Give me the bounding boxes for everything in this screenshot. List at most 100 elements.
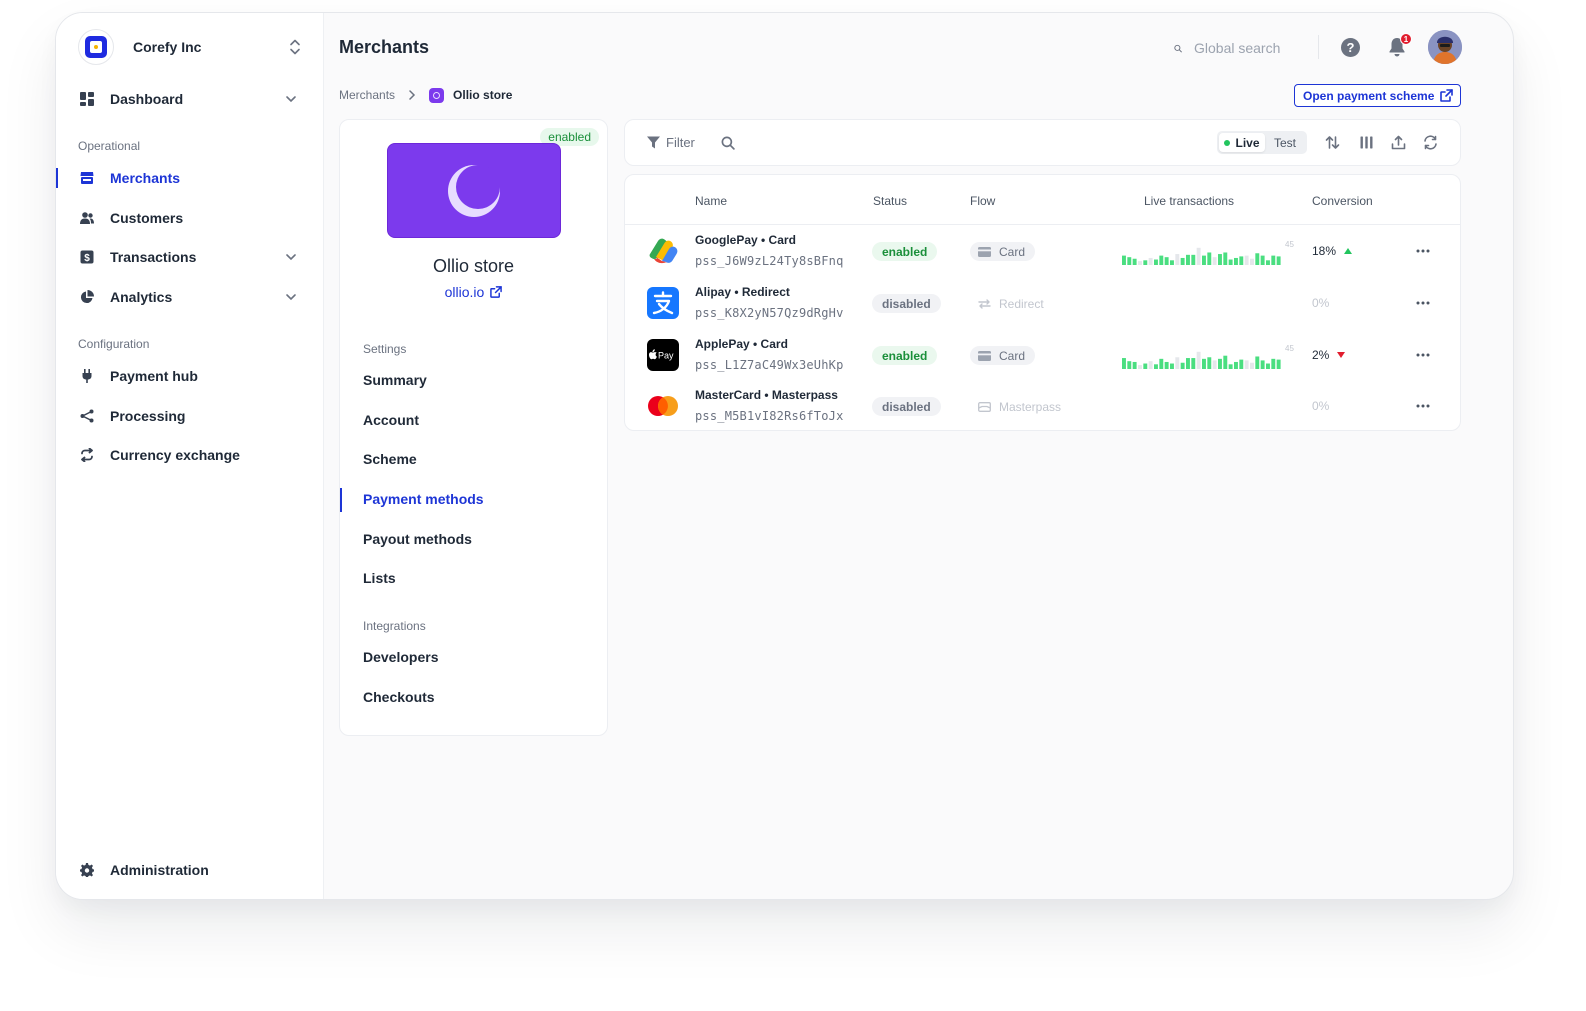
- flow-badge: Card: [970, 242, 1036, 261]
- integrations-item-developers[interactable]: Developers: [340, 646, 607, 670]
- filter-label: Filter: [666, 135, 695, 150]
- settings-item-payment-methods[interactable]: Payment methods: [340, 488, 607, 512]
- settings-item-lists[interactable]: Lists: [340, 567, 607, 591]
- search-input[interactable]: [1194, 40, 1304, 56]
- avatar[interactable]: [1428, 30, 1462, 64]
- search-icon[interactable]: [721, 136, 735, 150]
- mastercard-logo-icon: [647, 390, 679, 422]
- integrations-item-label: Checkouts: [363, 689, 435, 705]
- settings-item-label: Payment methods: [363, 491, 484, 507]
- sidebar-item-customers[interactable]: Customers: [56, 198, 324, 238]
- chevron-up-down-icon: [290, 39, 300, 55]
- spark-bar: [1154, 259, 1158, 265]
- help-icon[interactable]: ?: [1341, 38, 1360, 57]
- sidebar-item-label: Currency exchange: [110, 447, 240, 463]
- integrations-item-checkouts[interactable]: Checkouts: [340, 686, 607, 710]
- column-header-live-transactions[interactable]: Live transactions: [1144, 194, 1234, 208]
- flow-label: Card: [999, 244, 1026, 259]
- spark-bar: [1170, 260, 1174, 265]
- svg-text:Pay: Pay: [658, 351, 674, 361]
- payment-method-name: GooglePay • Card: [695, 233, 796, 247]
- settings-item-label: Payout methods: [363, 531, 472, 547]
- spark-bar: [1239, 359, 1244, 369]
- spark-bar: [1202, 255, 1206, 265]
- spark-bar: [1239, 256, 1244, 265]
- chevron-down-icon: [286, 254, 296, 261]
- spark-bar: [1191, 254, 1196, 265]
- live-label: Live: [1235, 135, 1260, 150]
- sort-icon[interactable]: [1325, 135, 1340, 150]
- section-label-operational: Operational: [78, 139, 141, 153]
- more-actions-icon[interactable]: [1415, 347, 1431, 363]
- spark-max-label: 45: [1285, 344, 1294, 353]
- store-banner: [387, 143, 561, 238]
- store-website-link[interactable]: ollio.io: [340, 284, 607, 300]
- spark-bar: [1234, 361, 1238, 369]
- spark-bar: [1148, 361, 1153, 369]
- integrations-item-label: Developers: [363, 649, 439, 665]
- more-actions-icon[interactable]: [1415, 398, 1431, 414]
- table-row[interactable]: MasterCard • Masterpass pss_M5B1vI82Rs6f…: [625, 380, 1460, 432]
- spark-bar: [1244, 360, 1249, 369]
- spark-bar: [1132, 361, 1137, 369]
- settings-item-label: Scheme: [363, 451, 417, 467]
- company-switcher[interactable]: Corefy Inc: [78, 29, 302, 65]
- settings-item-payout-methods[interactable]: Payout methods: [340, 528, 607, 552]
- store-icon: [80, 172, 94, 184]
- settings-item-summary[interactable]: Summary: [340, 369, 607, 393]
- column-header-conversion[interactable]: Conversion: [1312, 194, 1373, 208]
- spark-max-label: 45: [1285, 240, 1294, 249]
- column-header-status[interactable]: Status: [873, 194, 907, 208]
- spark-bar: [1276, 359, 1281, 369]
- sidebar-item-transactions[interactable]: $ Transactions: [56, 237, 324, 277]
- more-actions-icon[interactable]: [1415, 243, 1431, 259]
- dashboard-icon: [80, 92, 94, 106]
- live-test-toggle[interactable]: Live Test: [1217, 131, 1307, 154]
- export-icon[interactable]: [1391, 135, 1406, 150]
- live-status-dot: [1224, 139, 1231, 146]
- settings-item-label: Lists: [363, 570, 396, 586]
- breadcrumb-merchants-link[interactable]: Merchants: [339, 88, 395, 102]
- sidebar-item-label: Administration: [110, 862, 209, 878]
- sidebar-item-payment-hub[interactable]: Payment hub: [56, 356, 324, 396]
- filter-button[interactable]: Filter: [647, 135, 695, 150]
- spark-bar: [1143, 363, 1148, 369]
- googlepay-logo-icon: [647, 235, 679, 267]
- test-mode-option[interactable]: Test: [1265, 136, 1305, 150]
- settings-item-account[interactable]: Account: [340, 409, 607, 433]
- payment-method-id: pss_M5B1vI82Rs6fToJx: [695, 409, 844, 423]
- conversion-label: 2%: [1312, 348, 1330, 362]
- spark-bar: [1271, 358, 1276, 369]
- sidebar-item-merchants[interactable]: Merchants: [56, 158, 324, 198]
- spark-bar: [1127, 361, 1132, 369]
- conversion-value: 0%: [1312, 399, 1329, 413]
- sidebar-item-processing[interactable]: Processing: [56, 396, 324, 436]
- dollar-icon: $: [80, 250, 94, 264]
- settings-item-scheme[interactable]: Scheme: [340, 448, 607, 472]
- spark-bar: [1122, 255, 1126, 265]
- columns-icon[interactable]: [1359, 135, 1374, 150]
- sidebar-item-currency-exchange[interactable]: Currency exchange: [56, 435, 324, 475]
- table-row[interactable]: Pay ApplePay • Card pss_L1Z7aC49Wx3eUhKp…: [625, 329, 1460, 381]
- conversion-label: 0%: [1312, 296, 1330, 310]
- table-row[interactable]: GooglePay • Card pss_J6W9zL24Ty8sBFnq en…: [625, 225, 1460, 277]
- live-transactions-sparkline: 45: [1122, 240, 1294, 265]
- more-actions-icon[interactable]: [1415, 295, 1431, 311]
- table-row[interactable]: Alipay • Redirect pss_K8X2yN57Qz9dRgHv d…: [625, 277, 1460, 329]
- spark-bar: [1175, 254, 1180, 265]
- open-payment-scheme-button[interactable]: Open payment scheme: [1294, 84, 1461, 107]
- spark-bar: [1143, 260, 1148, 265]
- spark-bar: [1164, 361, 1169, 369]
- refresh-icon[interactable]: [1423, 135, 1438, 150]
- sidebar-item-dashboard[interactable]: Dashboard: [56, 79, 324, 119]
- global-search[interactable]: [1174, 37, 1304, 59]
- column-header-flow[interactable]: Flow: [970, 194, 995, 208]
- column-header-name[interactable]: Name: [695, 194, 727, 208]
- sidebar-item-analytics[interactable]: Analytics: [56, 277, 324, 317]
- card-icon: [978, 246, 991, 257]
- chevron-down-icon: [286, 294, 296, 301]
- live-mode-option[interactable]: Live: [1219, 133, 1265, 152]
- sidebar-item-administration[interactable]: Administration: [56, 850, 324, 890]
- sidebar-item-label: Payment hub: [110, 368, 198, 384]
- spark-bar: [1207, 252, 1212, 265]
